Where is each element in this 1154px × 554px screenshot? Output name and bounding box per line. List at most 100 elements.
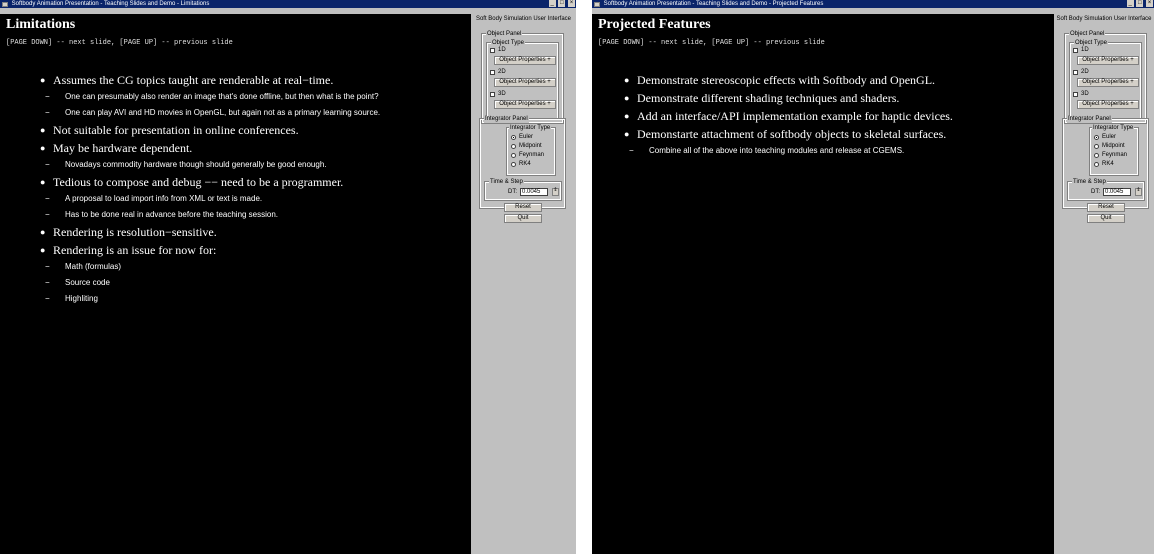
bullet-icon: ● — [40, 125, 46, 135]
sub-bullet-item: − A proposal to load import info from XML… — [40, 191, 380, 207]
bullet-item: ● May be hardware dependent. — [40, 139, 380, 157]
time-step-label: Time & Step — [489, 179, 524, 186]
bullet-text: Demonstrate stereoscopic effects with So… — [637, 73, 936, 87]
sub-bullet-text: A proposal to load import info from XML … — [65, 194, 263, 203]
app-icon — [594, 1, 600, 7]
maximize-icon[interactable]: □ — [558, 0, 566, 7]
radio-rk4[interactable] — [511, 162, 516, 167]
object-properties-1d-button[interactable]: Object Properties + — [494, 56, 556, 65]
radio-rk4[interactable] — [1094, 162, 1099, 167]
checkbox-2d[interactable] — [1073, 70, 1078, 75]
bullet-icon: ● — [624, 93, 630, 103]
integrator-panel-group: Integrator Panel Integrator Type Euler M… — [479, 116, 566, 209]
type-2d-label: 2D — [498, 69, 506, 75]
integrator-panel-label: Integrator Panel — [484, 116, 529, 123]
object-properties-3d-button[interactable]: Object Properties + — [494, 100, 556, 109]
sub-bullet-item: − Highliting — [40, 291, 380, 307]
option-rk4-label: RK4 — [519, 161, 531, 167]
radio-euler[interactable] — [511, 135, 516, 140]
dt-label: DT: — [1091, 189, 1100, 195]
presentation-window-limitations: Softbody Animation Presentation - Teachi… — [0, 0, 576, 554]
sub-bullet-item: − Math (formulas) — [40, 259, 380, 275]
dt-spinner-icon[interactable]: ⇕ — [552, 188, 559, 196]
sub-bullet-text: One can presumably also render an image … — [65, 92, 379, 101]
type-3d-label: 3D — [498, 91, 506, 97]
radio-midpoint[interactable] — [1094, 144, 1099, 149]
quit-button[interactable]: Quit — [1087, 214, 1125, 223]
minimize-icon[interactable]: _ — [1126, 0, 1134, 7]
object-panel-label: Object Panel — [1069, 31, 1106, 38]
bullet-item: ● Demonstrate stereoscopic effects with S… — [624, 71, 953, 89]
object-properties-2d-button[interactable]: Object Properties + — [1077, 78, 1139, 87]
object-type-group: Object Type 1D Object Properties + 2D Ob… — [1069, 40, 1142, 120]
bullet-icon: ● — [624, 129, 630, 139]
window-title: Softbody Animation Presentation - Teachi… — [11, 1, 210, 7]
option-midpoint-label: Midpoint — [519, 143, 542, 149]
dash-icon: − — [45, 160, 50, 169]
checkbox-1d[interactable] — [1073, 48, 1078, 53]
checkbox-3d[interactable] — [1073, 92, 1078, 97]
integrator-type-group: Integrator Type Euler Midpoint Feynman R… — [506, 125, 556, 176]
sub-bullet-item: − One can presumably also render an image… — [40, 89, 380, 105]
bullet-text: May be hardware dependent. — [53, 141, 193, 155]
object-type-label: Object Type — [491, 40, 525, 47]
close-icon[interactable]: × — [568, 0, 575, 7]
bullet-text: Demonstrate different shading techniques… — [637, 91, 900, 105]
radio-feynman[interactable] — [1094, 153, 1099, 158]
radio-midpoint[interactable] — [511, 144, 516, 149]
object-panel-label: Object Panel — [486, 31, 523, 38]
type-1d-label: 1D — [498, 47, 506, 53]
bullet-text: Demonstarte attachment of softbody objec… — [637, 127, 947, 141]
object-properties-2d-button[interactable]: Object Properties + — [494, 78, 556, 87]
close-icon[interactable]: × — [1146, 0, 1153, 7]
bullet-item: ● Rendering is an issue for now for: — [40, 241, 380, 259]
bullet-item: ● Demonstarte attachment of softbody obje… — [624, 125, 953, 143]
integrator-panel-label: Integrator Panel — [1067, 116, 1112, 123]
time-step-label: Time & Step — [1072, 179, 1107, 186]
radio-feynman[interactable] — [511, 153, 516, 158]
minimize-icon[interactable]: _ — [548, 0, 556, 7]
object-type-label: Object Type — [1074, 40, 1108, 47]
bullet-text: Assumes the CG topics taught are rendera… — [53, 73, 334, 87]
dash-icon: − — [45, 210, 50, 219]
dt-input[interactable]: 0.0045 — [1103, 188, 1131, 196]
maximize-icon[interactable]: □ — [1136, 0, 1144, 7]
option-feynman-label: Feynman — [1102, 152, 1128, 158]
slide-canvas[interactable]: Projected Features [PAGE DOWN] -- next s… — [592, 14, 1054, 554]
bullet-icon: ● — [40, 177, 46, 187]
integrator-type-label: Integrator Type — [1092, 125, 1135, 132]
reset-button[interactable]: Reset — [504, 203, 542, 212]
checkbox-3d[interactable] — [490, 92, 495, 97]
reset-button[interactable]: Reset — [1087, 203, 1125, 212]
title-bar[interactable]: Softbody Animation Presentation - Teachi… — [592, 0, 1154, 8]
sub-bullet-text: Combine all of the above into teaching m… — [649, 146, 905, 155]
object-properties-3d-button[interactable]: Object Properties + — [1077, 100, 1139, 109]
sub-bullet-text: Source code — [65, 278, 110, 287]
title-bar[interactable]: Softbody Animation Presentation - Teachi… — [0, 0, 576, 8]
integrator-panel-group: Integrator Panel Integrator Type Euler M… — [1062, 116, 1149, 209]
option-euler-label: Euler — [519, 134, 534, 140]
checkbox-2d[interactable] — [490, 70, 495, 75]
radio-euler[interactable] — [1094, 135, 1099, 140]
quit-button[interactable]: Quit — [504, 214, 542, 223]
dt-input[interactable]: 0.0045 — [520, 188, 548, 196]
dt-spinner-icon[interactable]: ⇕ — [1135, 188, 1142, 196]
presentation-window-projected-features: Softbody Animation Presentation - Teachi… — [592, 0, 1154, 554]
sub-bullet-item: − One can play AVI and HD movies in OpenG… — [40, 105, 380, 121]
type-3d-label: 3D — [1081, 91, 1089, 97]
sub-bullet-item: − Combine all of the above into teaching … — [624, 143, 953, 159]
object-properties-1d-button[interactable]: Object Properties + — [1077, 56, 1139, 65]
integrator-type-group: Integrator Type Euler Midpoint Feynman R… — [1089, 125, 1139, 176]
sub-bullet-text: Novadays commodity hardware though shoul… — [65, 160, 327, 169]
window-controls: _ □ × — [548, 0, 575, 8]
panel-heading: Soft Body Simulation User Interface — [1056, 16, 1152, 22]
panel-heading: Soft Body Simulation User Interface — [475, 16, 572, 22]
dash-icon: − — [45, 194, 50, 203]
option-feynman-label: Feynman — [519, 152, 545, 158]
checkbox-1d[interactable] — [490, 48, 495, 53]
slide-canvas[interactable]: Limitations [PAGE DOWN] -- next slide, [… — [0, 14, 471, 554]
bullet-list: ● Assumes the CG topics taught are render… — [40, 71, 380, 307]
type-2d-label: 2D — [1081, 69, 1089, 75]
sub-bullet-text: Math (formulas) — [65, 262, 122, 271]
sub-bullet-text: Highliting — [65, 294, 98, 303]
